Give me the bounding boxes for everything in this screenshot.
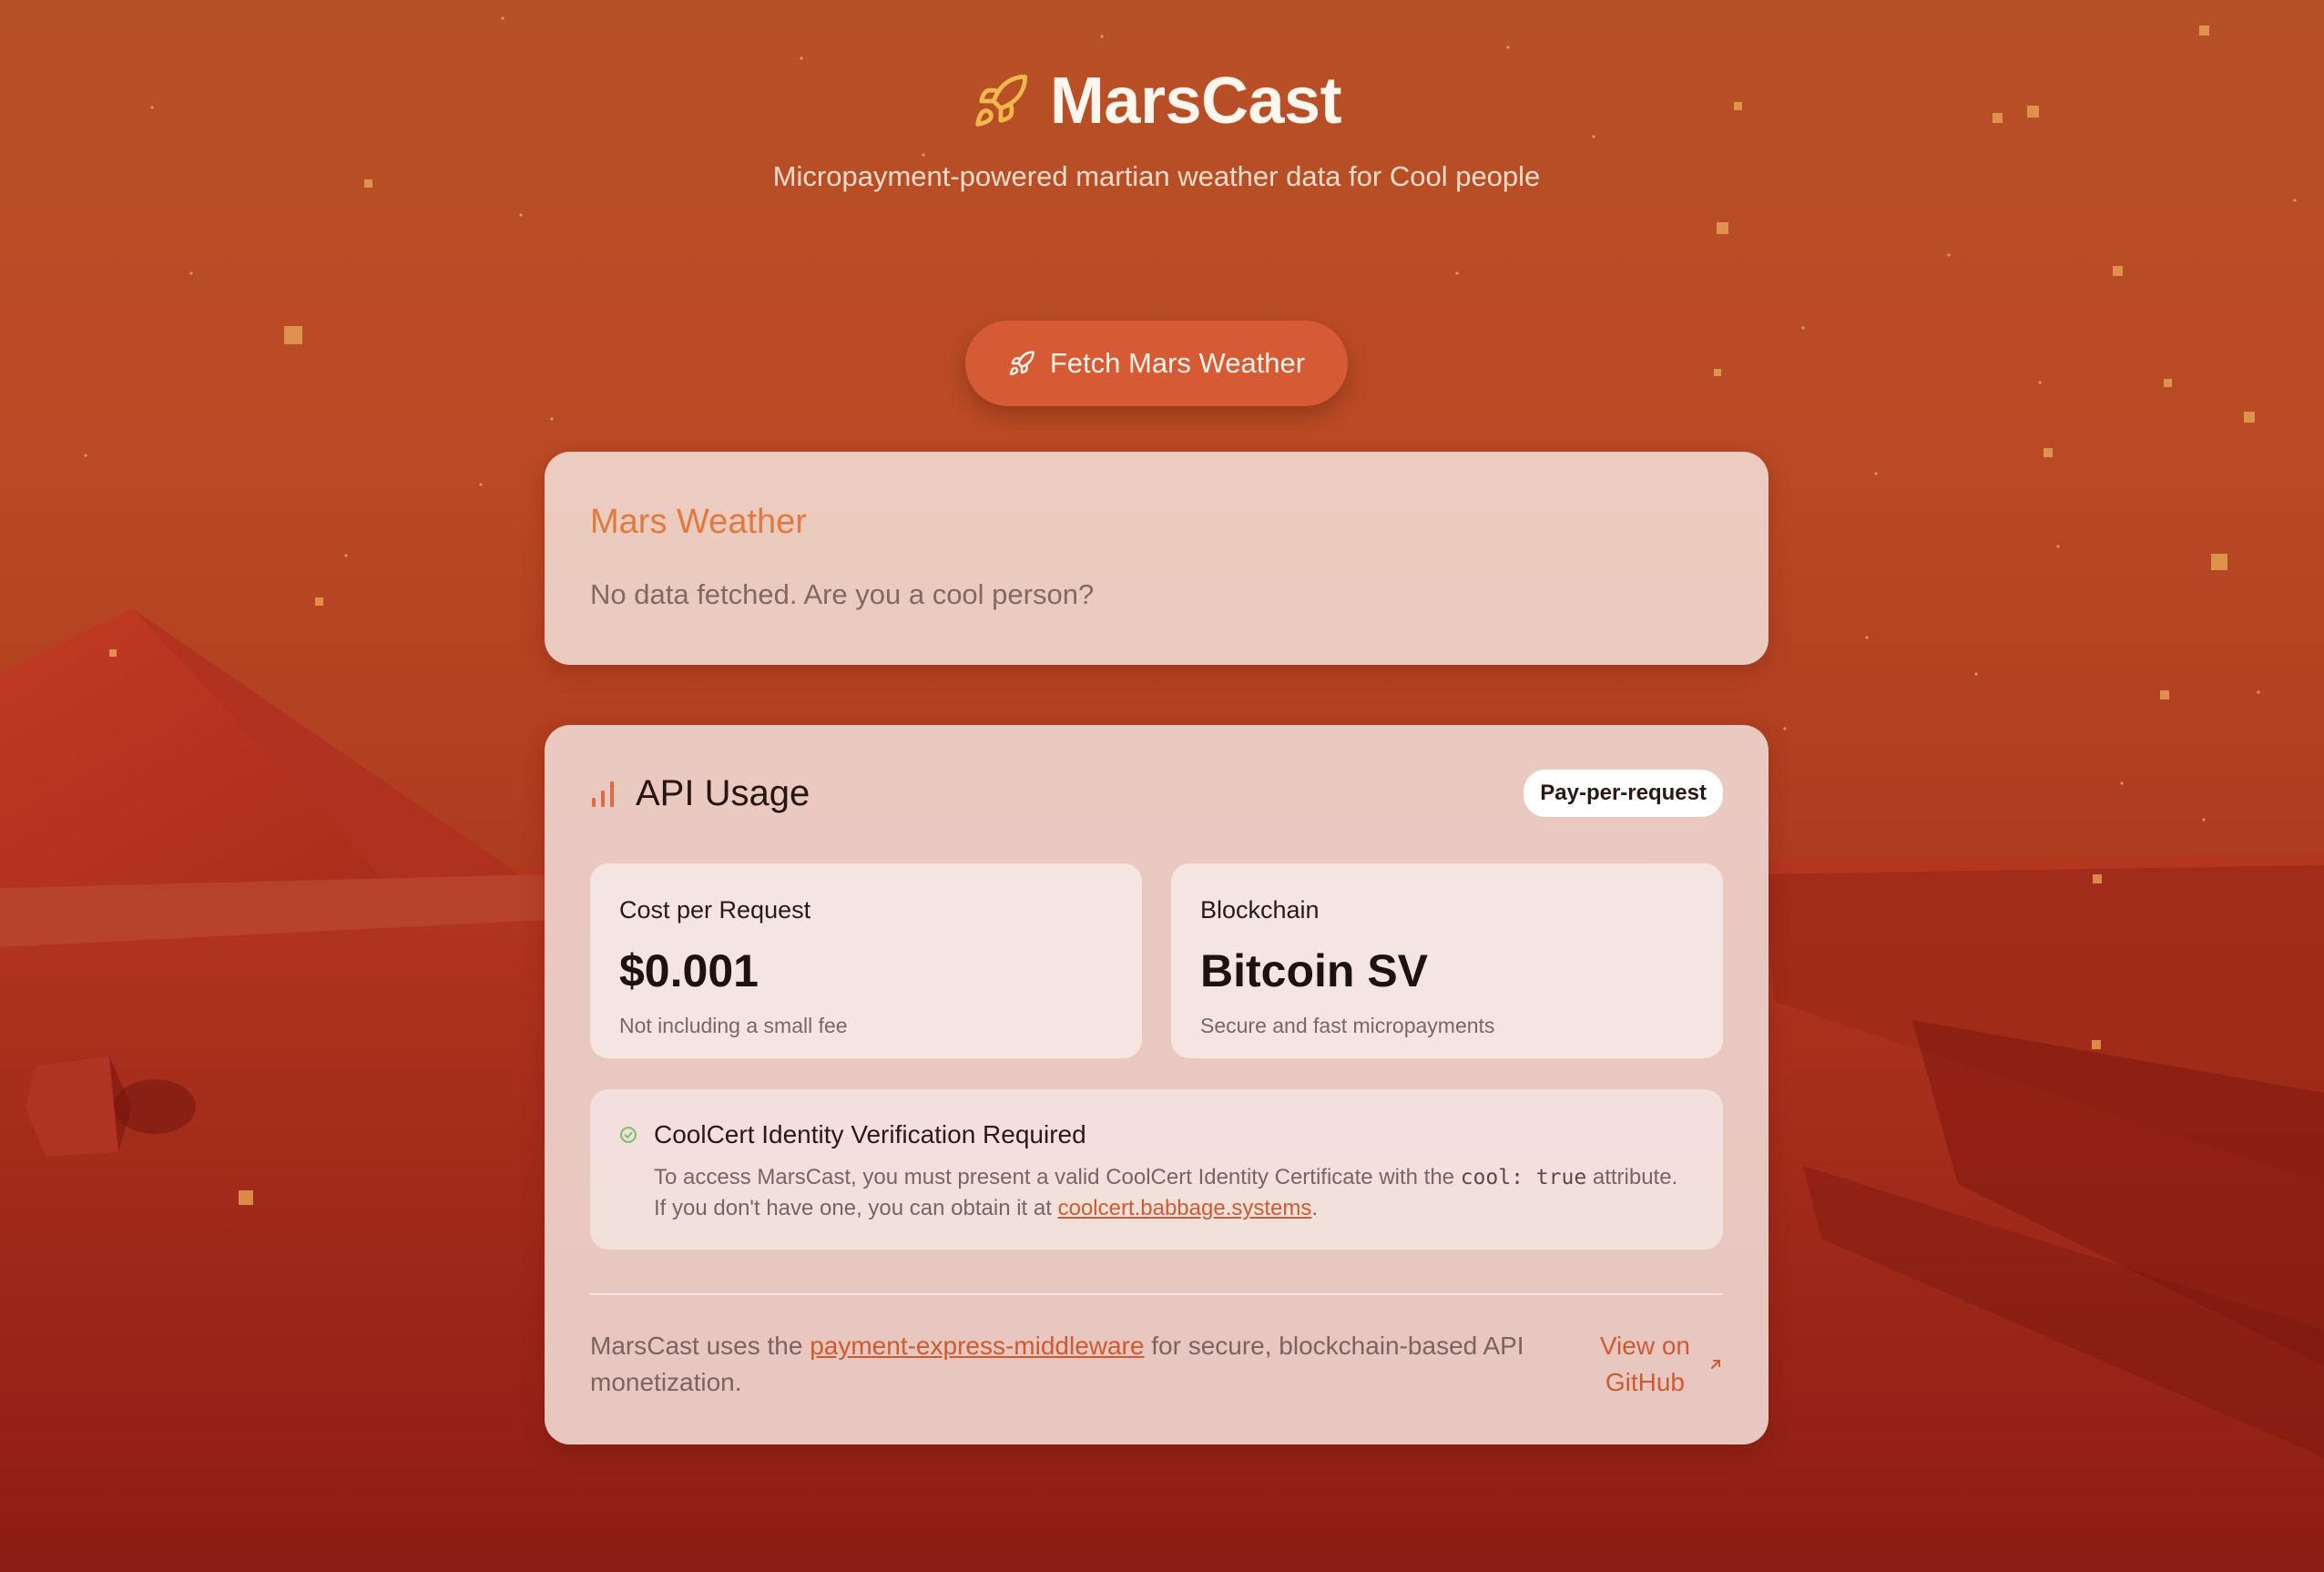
fetch-weather-button[interactable]: Fetch Mars Weather xyxy=(965,321,1348,406)
bar-chart-icon xyxy=(592,781,614,807)
rocket-icon xyxy=(1009,351,1035,376)
weather-card: Mars Weather No data fetched. Are you a … xyxy=(545,452,1768,665)
api-usage-title-group: API Usage xyxy=(590,773,810,814)
footer-text-before: MarsCast uses the xyxy=(590,1332,810,1360)
external-link-arrow-icon xyxy=(1711,1360,1720,1369)
coolcert-body: CoolCert Identity Verification Required … xyxy=(654,1120,1694,1220)
api-usage-header: API Usage Pay-per-request xyxy=(590,770,1723,817)
blockchain-value: Bitcoin SV xyxy=(1200,945,1429,996)
github-link-line1: View on xyxy=(1599,1332,1690,1360)
coolcert-link[interactable]: coolcert.babbage.systems xyxy=(1058,1196,1312,1220)
coolcert-text-after: . xyxy=(1311,1196,1319,1220)
coolcert-description: To access MarsCast, you must present a v… xyxy=(654,1162,1694,1223)
check-circle-icon xyxy=(620,1127,637,1143)
app-title: MarsCast xyxy=(1049,65,1342,138)
middleware-link[interactable]: payment-express-middleware xyxy=(810,1332,1144,1360)
weather-empty-message: No data fetched. Are you a cool person? xyxy=(590,578,1095,610)
rocket-icon xyxy=(975,74,1027,127)
footer-description: MarsCast uses the payment-express-middle… xyxy=(590,1328,1555,1401)
blockchain-label: Blockchain xyxy=(1200,896,1320,924)
header: MarsCast Micropayment-powered martian we… xyxy=(0,64,2313,193)
footer-divider xyxy=(590,1293,1723,1295)
cost-stat-card: Cost per Request $0.001 Not including a … xyxy=(590,863,1142,1058)
api-usage-title: API Usage xyxy=(636,772,810,813)
fetch-weather-label: Fetch Mars Weather xyxy=(1049,347,1306,379)
blockchain-note: Secure and fast micropayments xyxy=(1200,1014,1495,1037)
pricing-badge: Pay-per-request xyxy=(1524,770,1723,817)
cost-value: $0.001 xyxy=(619,945,759,996)
coolcert-title: CoolCert Identity Verification Required xyxy=(654,1120,1086,1148)
usage-footer: MarsCast uses the payment-express-middle… xyxy=(590,1328,1723,1401)
brand: MarsCast xyxy=(972,64,1342,138)
blockchain-stat-card: Blockchain Bitcoin SV Secure and fast mi… xyxy=(1171,863,1723,1058)
github-link-line2: GitHub xyxy=(1605,1368,1686,1396)
api-usage-card: API Usage Pay-per-request Cost per Reque… xyxy=(545,725,1768,1444)
coolcert-notice: CoolCert Identity Verification Required … xyxy=(590,1089,1723,1250)
weather-title: Mars Weather xyxy=(590,503,807,541)
tagline: Micropayment-powered martian weather dat… xyxy=(772,160,1541,192)
github-link-text: View on GitHub xyxy=(1600,1328,1690,1401)
coolcert-attribute-code: cool: true xyxy=(1460,1166,1587,1189)
stats-row: Cost per Request $0.001 Not including a … xyxy=(590,863,1723,1058)
view-on-github-link[interactable]: View on GitHub xyxy=(1600,1328,1723,1401)
cost-label: Cost per Request xyxy=(619,896,811,924)
cost-note: Not including a small fee xyxy=(619,1014,848,1037)
coolcert-text-before: To access MarsCast, you must present a v… xyxy=(654,1165,1461,1189)
